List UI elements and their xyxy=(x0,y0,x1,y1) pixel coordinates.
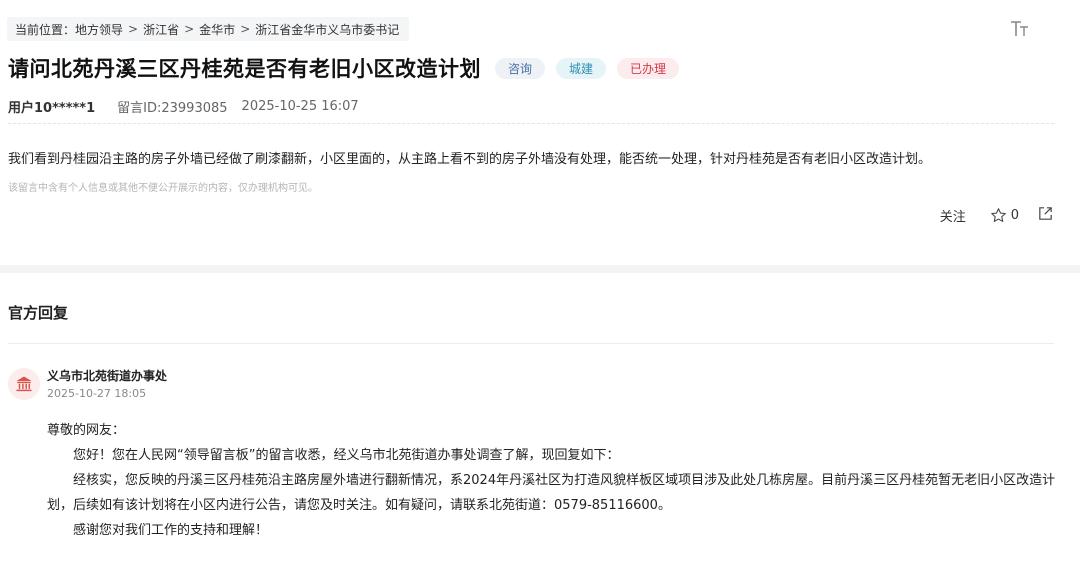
follow-button[interactable]: 关注 xyxy=(940,206,966,225)
breadcrumb-item-jinhua[interactable]: 金华市 xyxy=(199,21,235,38)
message-id: 留言ID:23993085 xyxy=(117,101,228,116)
meta-divider xyxy=(8,123,1054,124)
breadcrumb-prefix: 当前位置： xyxy=(15,22,76,37)
star-icon xyxy=(990,208,1006,222)
reply-paragraph: 您好！您在人民网“领导留言板”的留言收悉，经义乌市北苑街道办事处调查了解，现回复… xyxy=(73,448,620,463)
author-name: 用户10*****1 xyxy=(8,101,96,116)
breadcrumb-item-yiwu-secretary[interactable]: 浙江省金华市义乌市委书记 xyxy=(255,21,399,38)
reply-time: 2025-10-27 18:05 xyxy=(47,387,147,400)
official-reply-heading: 官方回复 xyxy=(8,304,69,322)
reply-paragraph: 经核实，您反映的丹溪三区丹桂苑沿主路房屋外墙进行翻新情况，系2024年丹溪社区为… xyxy=(47,473,1056,513)
text-size-icon[interactable] xyxy=(1010,20,1030,38)
tag-urban-construction: 城建 xyxy=(556,57,607,79)
government-building-icon xyxy=(8,368,40,400)
section-divider xyxy=(0,265,1080,273)
reply-paragraph: 感谢您对我们工作的支持和理解！ xyxy=(73,523,269,538)
breadcrumb-item-local-leaders[interactable]: 地方领导 xyxy=(75,21,123,38)
tag-list: 咨询 城建 已办理 xyxy=(495,57,690,79)
page-title: 请问北苑丹溪三区丹桂苑是否有老旧小区改造计划 xyxy=(8,57,481,81)
message-time: 2025-10-25 16:07 xyxy=(241,99,359,114)
reply-body: 尊敬的网友： 您好！您在人民网“领导留言板”的留言收悉，经义乌市北苑街道办事处调… xyxy=(47,418,1059,543)
reply-greeting: 尊敬的网友： xyxy=(47,423,126,438)
breadcrumb-item-zhejiang[interactable]: 浙江省 xyxy=(143,21,179,38)
favorite-button[interactable]: 0 xyxy=(990,207,1019,224)
title-row: 请问北苑丹溪三区丹桂苑是否有老旧小区改造计划 咨询 城建 已办理 xyxy=(8,53,690,83)
favorite-count: 0 xyxy=(1010,208,1019,223)
breadcrumb-separator: > xyxy=(240,22,251,36)
breadcrumb: 当前位置： 地方领导 > 浙江省 > 金华市 > 浙江省金华市义乌市委书记 xyxy=(7,17,410,41)
breadcrumb-separator: > xyxy=(184,22,195,36)
message-meta: 用户10*****1 留言ID:23993085 2025-10-25 16:0… xyxy=(8,97,359,116)
tag-consult: 咨询 xyxy=(495,57,546,79)
privacy-note: 该留言中含有个人信息或其他不便公开展示的内容，仅办理机构可见。 xyxy=(8,183,318,194)
breadcrumb-separator: > xyxy=(128,22,139,36)
reply-divider xyxy=(8,343,1054,344)
tag-status-handled: 已办理 xyxy=(617,57,680,79)
share-icon[interactable] xyxy=(1037,205,1054,226)
reply-org-name: 义乌市北苑街道办事处 xyxy=(47,369,168,383)
message-actions: 关注 0 xyxy=(940,205,1054,226)
message-content: 我们看到丹桂园沿主路的房子外墙已经做了刷漆翻新，小区里面的，从主路上看不到的房子… xyxy=(8,152,932,167)
